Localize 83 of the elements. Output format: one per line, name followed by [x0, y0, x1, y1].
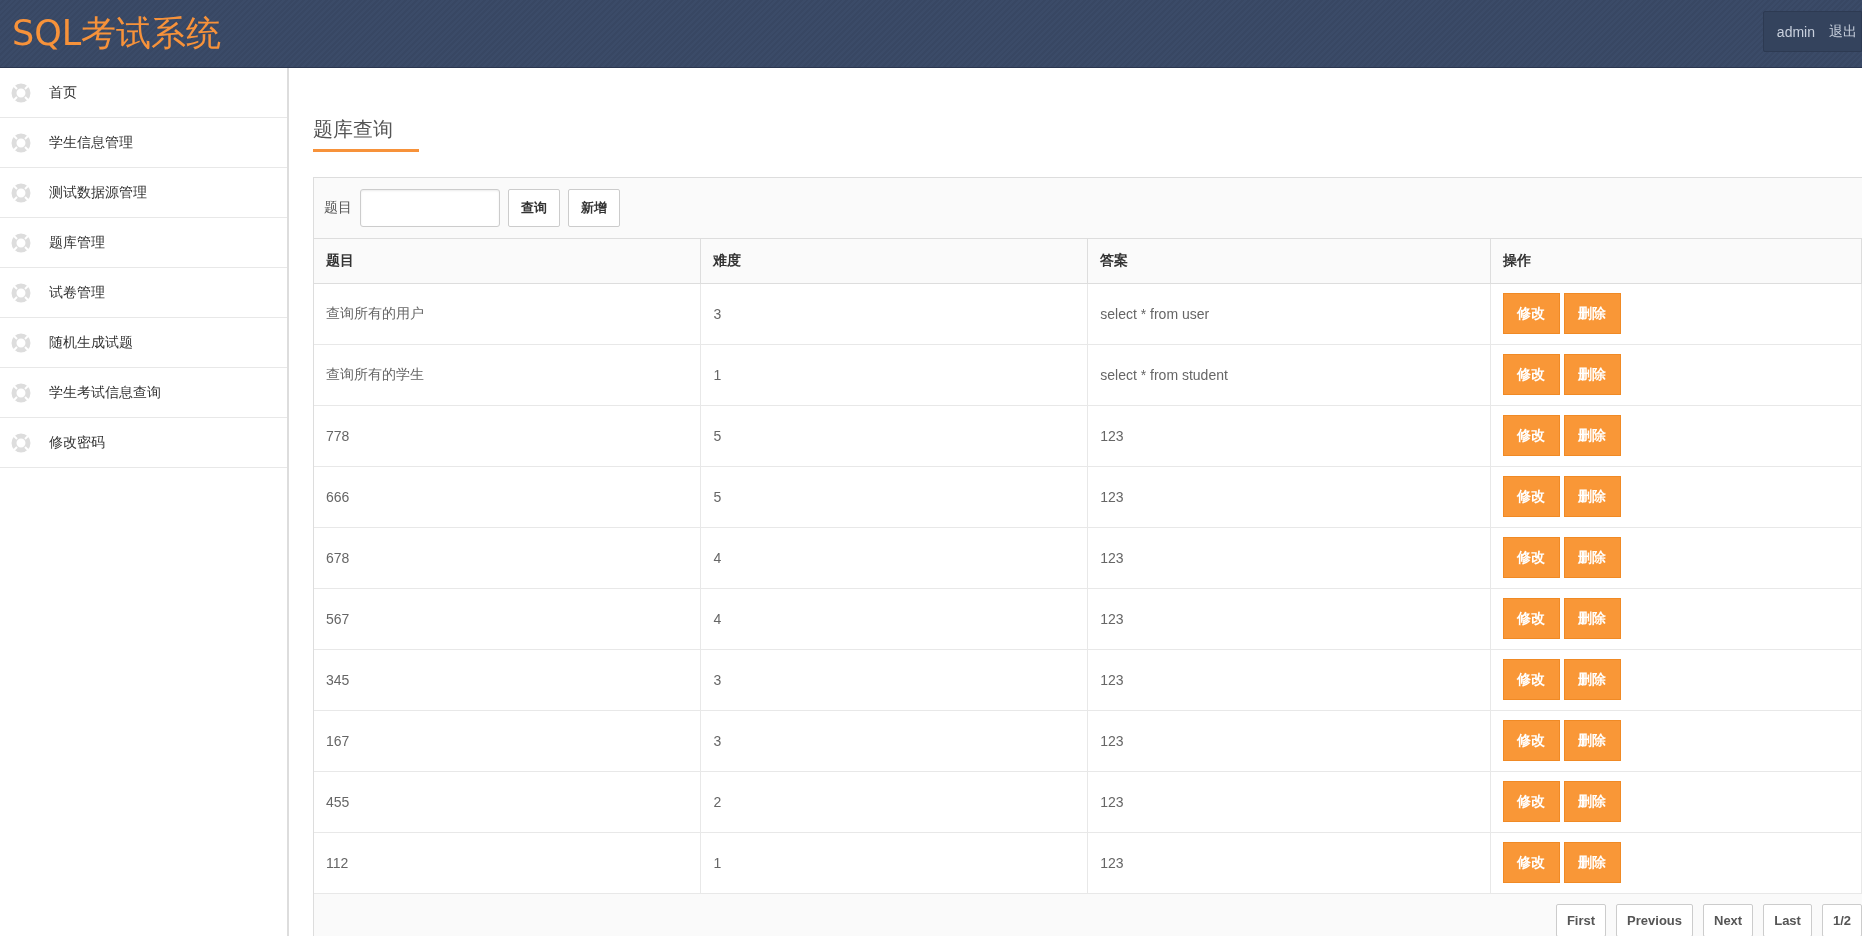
table-cell: 112	[314, 832, 701, 893]
column-header: 操作	[1490, 239, 1862, 283]
delete-button[interactable]: 删除	[1563, 415, 1621, 456]
table-cell: 查询所有的用户	[314, 283, 701, 344]
table-cell: 123	[1087, 588, 1491, 649]
delete-button[interactable]: 删除	[1563, 659, 1621, 700]
delete-button[interactable]: 删除	[1563, 293, 1621, 334]
table-cell: 1	[700, 832, 1088, 893]
table-cell: 123	[1087, 771, 1491, 832]
app-title: SQL考试系统	[12, 12, 222, 55]
lifebuoy-icon	[11, 432, 31, 453]
sidebar-item-label: 试卷管理	[49, 283, 105, 302]
delete-button[interactable]: 删除	[1563, 781, 1621, 822]
page-button[interactable]: First	[1555, 903, 1607, 936]
search-label: 题目	[324, 199, 352, 217]
edit-button[interactable]: 修改	[1502, 354, 1560, 395]
table-cell: 123	[1087, 466, 1491, 527]
sidebar-item-label: 测试数据源管理	[49, 183, 147, 202]
delete-button[interactable]: 删除	[1563, 476, 1621, 517]
lifebuoy-icon	[11, 132, 31, 153]
table-cell: 4	[700, 527, 1088, 588]
delete-button[interactable]: 删除	[1563, 354, 1621, 395]
user-name: admin	[1776, 23, 1815, 40]
delete-button[interactable]: 删除	[1563, 720, 1621, 761]
column-header: 难度	[700, 239, 1088, 283]
edit-button[interactable]: 修改	[1502, 476, 1560, 517]
edit-button[interactable]: 修改	[1502, 842, 1560, 883]
table-cell: 567	[314, 588, 701, 649]
table-cell: select * from student	[1087, 344, 1491, 405]
page-button[interactable]: 1/2	[1821, 903, 1862, 936]
logout-link[interactable]: 退出	[1829, 22, 1857, 41]
table-cell: 2	[700, 771, 1088, 832]
page-button[interactable]: Last	[1763, 903, 1812, 936]
edit-button[interactable]: 修改	[1502, 598, 1560, 639]
table-cell: 123	[1087, 710, 1491, 771]
page-title: 题库查询	[313, 116, 419, 152]
table-cell: 查询所有的学生	[314, 344, 701, 405]
column-header: 题目	[314, 239, 701, 283]
search-field[interactable]	[360, 189, 500, 227]
table-cell: 167	[314, 710, 701, 771]
table-cell: 1	[700, 344, 1088, 405]
lifebuoy-icon	[11, 282, 31, 303]
delete-button[interactable]: 删除	[1563, 598, 1621, 639]
lifebuoy-icon	[11, 232, 31, 253]
table-cell: 3	[700, 649, 1088, 710]
page-button[interactable]: Next	[1703, 903, 1754, 936]
page-button[interactable]: Previous	[1616, 903, 1693, 936]
edit-button[interactable]: 修改	[1502, 659, 1560, 700]
edit-button[interactable]: 修改	[1502, 293, 1560, 334]
add-button[interactable]: 新增	[568, 189, 620, 227]
sidebar-item-label: 学生信息管理	[49, 133, 133, 152]
column-header: 答案	[1087, 239, 1491, 283]
table-cell: 3	[700, 283, 1088, 344]
table-cell: 455	[314, 771, 701, 832]
table-cell: 123	[1087, 649, 1491, 710]
table-cell: 123	[1087, 527, 1491, 588]
edit-button[interactable]: 修改	[1502, 781, 1560, 822]
sidebar-item-label: 学生考试信息查询	[49, 383, 161, 402]
table-cell: 345	[314, 649, 701, 710]
table-cell: 3	[700, 710, 1088, 771]
lifebuoy-icon	[11, 332, 31, 353]
table-cell: 666	[314, 466, 701, 527]
lifebuoy-icon	[11, 82, 31, 103]
table-cell: 123	[1087, 405, 1491, 466]
edit-button[interactable]: 修改	[1502, 415, 1560, 456]
edit-button[interactable]: 修改	[1502, 720, 1560, 761]
sidebar-item-label: 随机生成试题	[49, 333, 133, 352]
delete-button[interactable]: 删除	[1563, 537, 1621, 578]
table-cell: 5	[700, 466, 1088, 527]
table-cell: 5	[700, 405, 1088, 466]
table-cell: 4	[700, 588, 1088, 649]
table-cell: select * from user	[1087, 283, 1491, 344]
table-cell: 678	[314, 527, 701, 588]
edit-button[interactable]: 修改	[1502, 537, 1560, 578]
lifebuoy-icon	[11, 182, 31, 203]
table-cell: 778	[314, 405, 701, 466]
sidebar-item-label: 修改密码	[49, 433, 105, 452]
query-button[interactable]: 查询	[508, 189, 560, 227]
delete-button[interactable]: 删除	[1563, 842, 1621, 883]
table-cell: 123	[1087, 832, 1491, 893]
lifebuoy-icon	[11, 382, 31, 403]
sidebar-item-label: 首页	[49, 83, 77, 102]
sidebar-item-label: 题库管理	[49, 233, 105, 252]
